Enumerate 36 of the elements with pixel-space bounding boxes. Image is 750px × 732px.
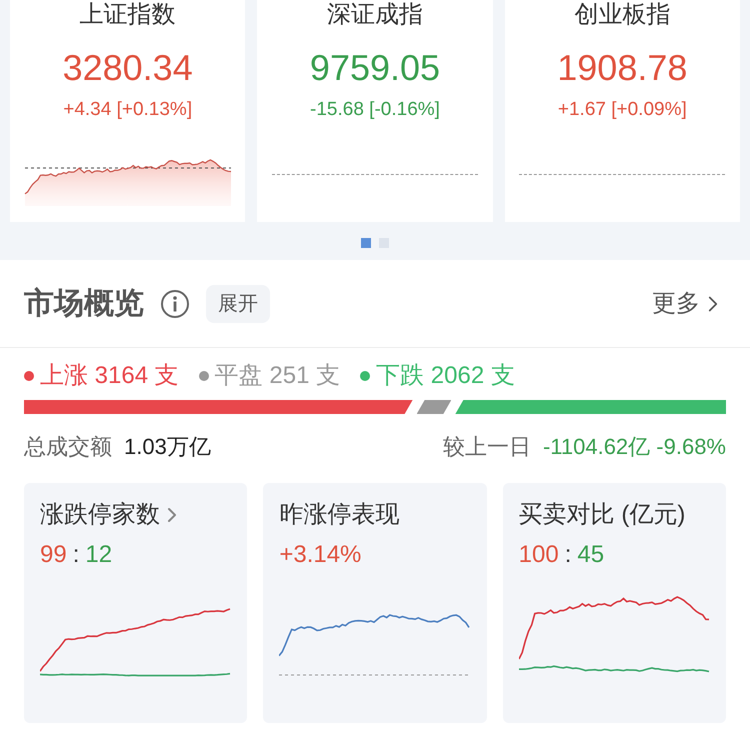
card-title: 涨跌停家数: [40, 500, 160, 530]
more-link[interactable]: 更多: [652, 286, 726, 322]
index-change: +1.67 [+0.09%]: [558, 98, 687, 122]
index-value: 9759.05: [310, 46, 440, 90]
card-title: 昨涨停表现: [279, 500, 400, 530]
breadth-count: 平盘 251 支: [214, 361, 340, 391]
card-figure: :: [564, 540, 572, 570]
index-change: -15.68 [-0.16%]: [310, 98, 440, 122]
total-label: 总成交额: [24, 433, 112, 461]
index-name: 深证成指: [326, 0, 423, 30]
index-card[interactable]: 上证指数 3280.34 +4.34 [+0.13%]: [10, 0, 246, 222]
card-figure: 45: [577, 540, 604, 570]
index-change: +4.34 [+0.13%]: [63, 98, 192, 122]
card-figure: +3.14%: [279, 540, 362, 570]
index-card[interactable]: 深证成指 9759.05 -15.68 [-0.16%]: [257, 0, 493, 222]
stat-card[interactable]: 买卖对比 (亿元) 100 : 45: [502, 483, 726, 723]
card-figure: :: [72, 540, 80, 570]
stat-card[interactable]: 昨涨停表现 +3.14%: [263, 483, 487, 723]
index-value: 3280.34: [62, 46, 193, 90]
expand-button[interactable]: 展开: [206, 284, 270, 322]
breadth-count: 下跌 2062 支: [376, 361, 515, 391]
compare-label: 较上一日: [442, 433, 531, 461]
breadth-count: 上涨 3164 支: [40, 361, 179, 391]
section-title: 市场概览: [24, 286, 144, 322]
index-value: 1908.78: [557, 46, 688, 90]
stat-card[interactable]: 涨跌停家数 99 : 12: [24, 483, 248, 723]
card-figure: 99: [40, 540, 67, 570]
index-name: 上证指数: [80, 0, 176, 30]
card-figure: 100: [518, 540, 559, 570]
index-name: 创业板指: [574, 0, 670, 30]
index-card[interactable]: 创业板指 1908.78 +1.67 [+0.09%]: [504, 0, 740, 222]
total-value: 1.03万亿: [124, 433, 211, 461]
card-title: 买卖对比 (亿元): [518, 500, 686, 530]
compare-value: -1104.62亿 -9.68%: [542, 433, 726, 461]
info-icon[interactable]: [160, 288, 190, 318]
card-figure: 12: [85, 540, 112, 570]
